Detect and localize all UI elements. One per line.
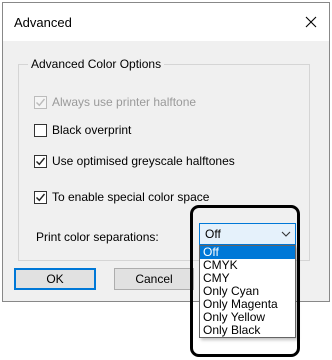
checkbox[interactable] xyxy=(34,123,47,137)
checkbox[interactable] xyxy=(34,95,47,109)
checkbox[interactable] xyxy=(34,154,47,168)
close-icon xyxy=(305,16,317,28)
checkmark-icon xyxy=(36,157,46,165)
dialog-title: Advanced xyxy=(14,15,72,30)
option-black-overprint[interactable]: Black overprint xyxy=(34,122,131,138)
selected-value: Off xyxy=(205,227,221,241)
checkbox-label: Use optimised greyscale halftones xyxy=(52,154,235,168)
chevron-down-icon xyxy=(281,231,291,237)
checkbox-label: To enable special color space xyxy=(52,190,210,204)
checkbox-label: Black overprint xyxy=(52,123,132,137)
separations-select[interactable]: Off xyxy=(199,223,296,245)
option-always-use-printer-halftone[interactable]: Always use printer halftone xyxy=(34,94,196,110)
title-bar: Advanced xyxy=(3,3,329,41)
checkbox-label: Always use printer halftone xyxy=(52,95,197,109)
separations-dropdown-list: Off CMYK CMY Only Cyan Only Magenta Only… xyxy=(199,245,296,338)
checkmark-icon xyxy=(36,193,46,201)
ok-button[interactable]: OK xyxy=(14,268,96,290)
dropdown-option-only-black[interactable]: Only Black xyxy=(200,324,295,337)
option-use-optimised-greyscale-halftones[interactable]: Use optimised greyscale halftones xyxy=(34,153,235,169)
option-enable-special-color-space[interactable]: To enable special color space xyxy=(34,189,209,205)
checkbox[interactable] xyxy=(34,190,47,204)
close-button[interactable] xyxy=(293,3,329,41)
group-title: Advanced Color Options xyxy=(28,57,165,71)
cancel-button[interactable]: Cancel xyxy=(114,268,194,290)
checkmark-icon xyxy=(36,98,46,106)
separations-label: Print color separations: xyxy=(36,230,159,244)
